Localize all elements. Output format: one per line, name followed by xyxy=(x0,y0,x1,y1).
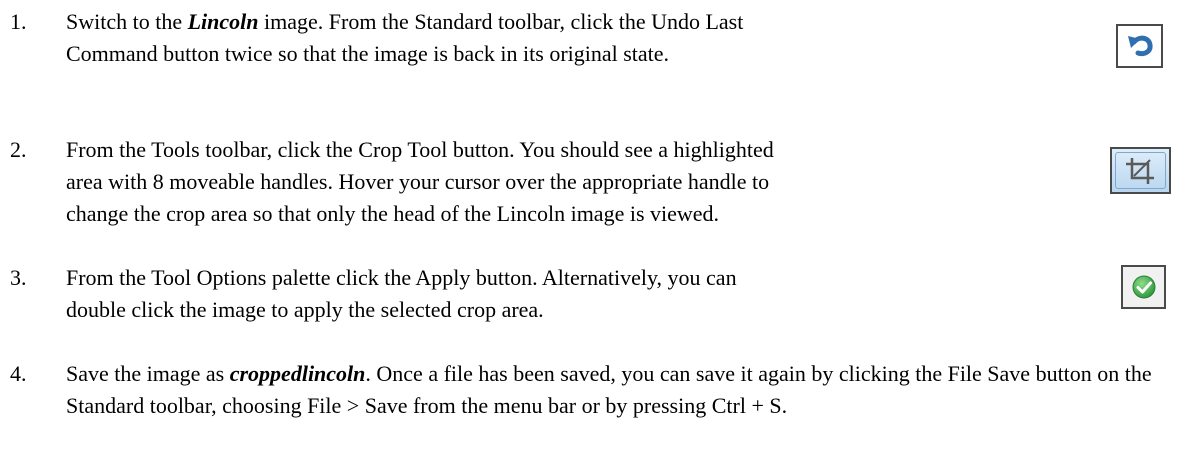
undo-arrow-icon xyxy=(1116,24,1163,68)
step-text: Save the image as croppedlincoln. Once a… xyxy=(66,361,1152,418)
step-number: 2. xyxy=(10,137,27,162)
step-number: 3. xyxy=(10,265,27,290)
step-text: Switch to the Lincoln image. From the St… xyxy=(66,9,744,66)
step-text: From the Tool Options palette click the … xyxy=(66,265,737,322)
crop-tool-icon xyxy=(1110,147,1171,194)
instruction-document: 1. Switch to the Lincoln image. From the… xyxy=(0,0,1201,451)
cropped-filename: croppedlincoln xyxy=(229,361,366,386)
step-number: 4. xyxy=(10,361,27,386)
step-text: From the Tools toolbar, click the Crop T… xyxy=(66,137,774,226)
apply-checkmark-icon xyxy=(1121,265,1166,309)
step-number: 1. xyxy=(10,9,27,34)
lincoln-image-name: Lincoln xyxy=(187,9,259,34)
